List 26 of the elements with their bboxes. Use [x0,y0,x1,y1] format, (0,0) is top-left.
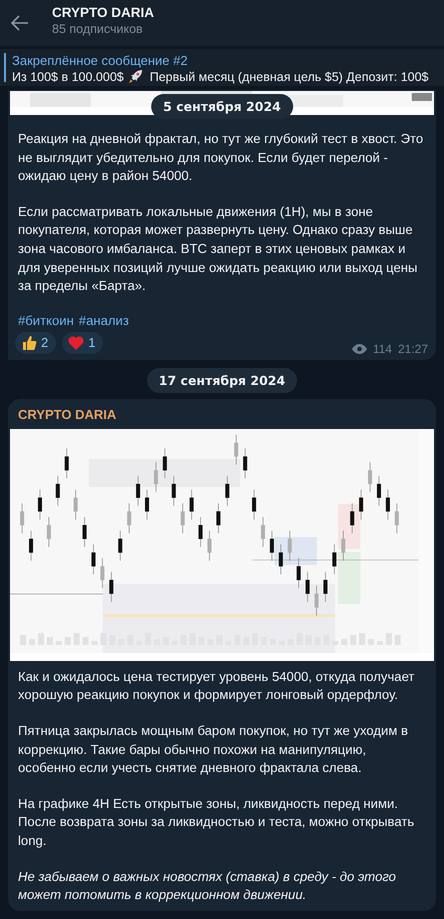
date-label: 5 сентября 2024 [151,94,293,119]
pinned-message-bar[interactable]: Закреплённое сообщение #2 Из 100$ в 100.000$ Первый месяц (дневная цель $5) Депозит: 100$ [0,48,444,86]
rocket-icon [128,69,143,84]
thumbs-up-icon [21,334,37,351]
author-name: CRYPTO DARIA [17,406,118,424]
message-time: 21:27 [398,342,428,356]
reaction-button[interactable]: 1 [62,332,104,354]
reaction-button[interactable]: 2 [15,332,56,354]
channel-title: CRYPTO DARIA [52,4,154,20]
view-count: 114 [372,342,392,356]
back-icon[interactable] [10,13,30,33]
date-label: 17 сентября 2024 [146,368,298,393]
message-text: Реакция на дневной фрактал, но тут же глубокий тест в хвост. Это не выглядит убедительно для покупок. Если будет перелой - ожидаю цену в район 54000. [18,130,424,186]
hashtag-link[interactable]: #анализ [78,312,129,328]
message-text: Пятница закрылась мощным баром покупок, но тут же уходим в коррекцию. Такие бары обычно похожи на манипуляцию, особенно если учесть снятие дневного фрактала слева. [18,722,409,778]
eye-icon [352,344,367,354]
hashtag-link[interactable]: #биткоин [18,312,74,328]
pinned-text: Из 100$ в 100.000$ [12,70,124,84]
message-text: На графике 4H Есть открытые зоны, ликвидность перед ними. После возврата зоны за ликвидностью и теста, можно открывать long. [18,794,416,850]
message-text: Как и ожидалось цена тестирует уровень 54000, откуда получает хорошую реакцию покупок и формирует лонговый ордерфлоу. [18,668,416,704]
message-text: Не забываем о важных новостях (ставка) в среду - до этого может потомить в коррекционном движении. [18,868,397,904]
heart-icon [68,334,84,351]
pinned-title: Закреплённое сообщение #2 [12,53,189,68]
subscriber-count: 85 подписчиков [52,22,144,36]
pinned-text: Первый месяц (дневная цель $5) Депозит: 100$ [150,70,428,84]
message-text: Если рассматривать локальные движения (1H), мы в зоне покупателя, которая может развернуть цену. Однако сразу выше зона часового имбаланса. BTC заперт в этих ценовых рамках и для уверенных позиций лучше ожидать реакцию или выход цены за пределы «Барта». [18,202,418,296]
